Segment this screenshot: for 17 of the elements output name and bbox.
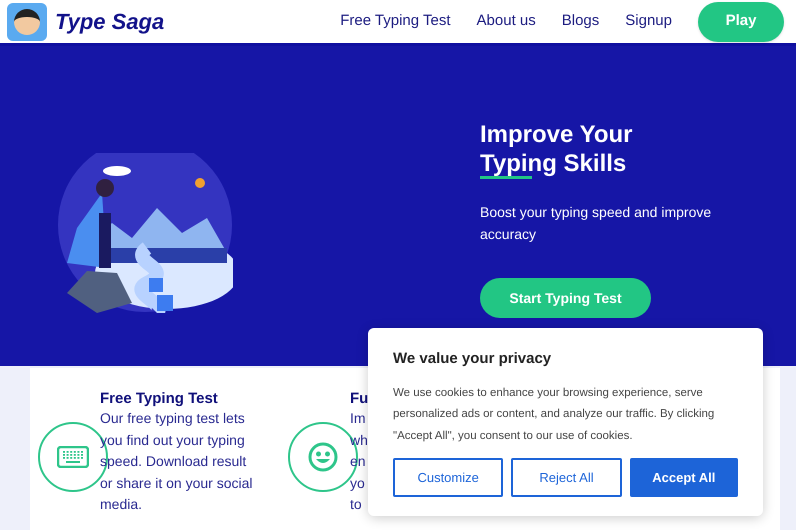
nav-link[interactable]: Free Typing Test — [340, 10, 451, 33]
hero-subtitle: Boost your typing speed and improve accuracy — [480, 203, 712, 244]
logo-text[interactable]: Type Saga — [55, 5, 164, 38]
cookie-button[interactable]: Reject All — [511, 458, 622, 497]
cookie-button[interactable]: Accept All — [630, 458, 738, 497]
feature-title: Fu — [350, 390, 368, 408]
nav-link[interactable]: Blogs — [562, 10, 600, 33]
cookie-button[interactable]: Customize — [393, 458, 504, 497]
smiley-icon — [308, 442, 338, 472]
feature-title: Free Typing Test — [100, 390, 219, 408]
nav-link[interactable]: Signup — [625, 10, 672, 33]
keyboard-icon — [57, 446, 89, 468]
logo-mascot-icon — [7, 2, 47, 40]
cookie-title: We value your privacy — [393, 349, 552, 369]
cookie-text: We use cookies to enhance your browsing experience, serve personalized ads or content, and analyze our traffic. By clicking "Accept All", you consent to our use of cookies. — [393, 386, 716, 444]
hero-title: Improve Your Typing Skills — [480, 120, 632, 179]
nav-link[interactable]: About us — [476, 10, 536, 33]
